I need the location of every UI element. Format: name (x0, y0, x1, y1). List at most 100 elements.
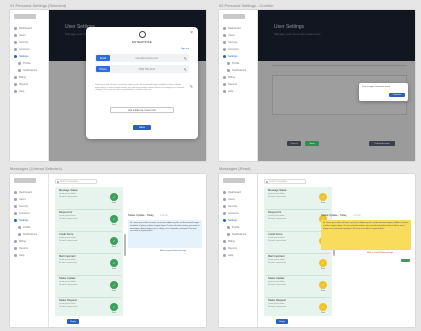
save-button[interactable]: Save (133, 125, 151, 130)
sidebar-item[interactable]: Accounts (219, 46, 257, 53)
message-detail-title: Status Update - Today (128, 214, 154, 217)
sidebar-item[interactable]: Billing (10, 74, 48, 81)
sidebar-item[interactable]: Security (10, 39, 48, 46)
check-icon[interactable]: ✓ (110, 237, 118, 245)
check-icon[interactable]: ✓ (110, 215, 118, 223)
sidebar-item[interactable]: Security (219, 203, 257, 210)
accounts-icon (223, 212, 226, 215)
sidebar-item[interactable]: Reports (219, 245, 257, 252)
sidebar-item[interactable]: Settings (10, 53, 48, 60)
list-item[interactable]: Status Update Lorem ipsum dolor Sit amet… (266, 276, 330, 298)
sidebar-item[interactable]: Users (219, 196, 257, 203)
sidebar-item[interactable]: Notifications (10, 231, 48, 238)
check-icon[interactable]: ✓ (319, 193, 327, 201)
sidebar-item[interactable]: Users (10, 32, 48, 39)
search-input[interactable]: Search messages (55, 179, 97, 184)
accounts-icon (223, 48, 226, 51)
users-icon (223, 198, 226, 201)
reply-button[interactable]: Reply (276, 319, 288, 324)
reply-button[interactable]: Reply (67, 319, 79, 324)
scrollbar[interactable] (124, 234, 126, 256)
sidebar-item[interactable]: Profile (10, 224, 48, 231)
sidebar-item[interactable]: Help (219, 88, 257, 95)
check-icon[interactable]: ✓ (110, 281, 118, 289)
sidebar-item[interactable]: Settings (219, 53, 257, 60)
sidebar-item[interactable]: Accounts (219, 210, 257, 217)
sidebar-item[interactable]: Profile (219, 224, 257, 231)
save-button[interactable]: Save (305, 141, 319, 146)
message-actions[interactable]: Mark as unread Delete message (160, 250, 186, 252)
sidebar-item[interactable]: Users (219, 32, 257, 39)
billing-icon (223, 76, 226, 79)
sidebar-item[interactable]: Notifications (10, 67, 48, 74)
search-input[interactable]: Search messages (264, 179, 306, 184)
sidebar-item[interactable]: Settings (10, 217, 48, 224)
sidebar-item[interactable]: Profile (10, 60, 48, 67)
check-icon[interactable]: ✓ (319, 281, 327, 289)
check-icon[interactable]: ✓ (110, 303, 118, 311)
check-icon[interactable]: ✓ (319, 259, 327, 267)
sidebar-item[interactable]: Settings (219, 217, 257, 224)
sidebar-item[interactable]: Dashboard (219, 189, 257, 196)
sidebar-item[interactable]: Notifications (219, 231, 257, 238)
list-item[interactable]: Status Request Lorem ipsum dolor Sit ame… (57, 298, 121, 320)
frame-settings-modal: Dashboard Users Security Accounts Settin… (10, 10, 206, 161)
edit-icon[interactable]: ✎ (184, 67, 187, 72)
edit-icon[interactable]: ✎ (190, 84, 193, 89)
list-item[interactable]: Mail Important Lorem ipsum dolor Sit ame… (57, 254, 121, 276)
sidebar-item[interactable]: Help (219, 252, 257, 259)
sidebar-item[interactable]: Billing (10, 238, 48, 245)
message-detail-date: 2:15 PM (353, 214, 361, 217)
cancel-button[interactable]: Cancel (287, 141, 301, 146)
sidebar-item[interactable]: Reports (10, 81, 48, 88)
accounts-icon (14, 212, 17, 215)
sidebar-item[interactable]: Profile (219, 60, 257, 67)
list-item[interactable]: Mail Important Lorem ipsum dolor Sit ame… (266, 254, 330, 276)
check-icon[interactable]: ✓ (110, 193, 118, 201)
status-label: Read (111, 290, 117, 292)
brand-name: ENTERPRISE (132, 40, 152, 44)
sign-out-link[interactable]: Sign out (181, 48, 189, 50)
check-icon[interactable]: ✓ (110, 259, 118, 267)
sidebar-item[interactable]: Billing (219, 238, 257, 245)
sidebar: Dashboard Users Security Accounts Settin… (219, 174, 258, 327)
profile-icon (227, 62, 230, 65)
message-detail-date: 2:15 PM (160, 214, 168, 217)
sidebar-item[interactable]: Accounts (10, 46, 48, 53)
sidebar-item[interactable]: Dashboard (219, 25, 257, 32)
list-item[interactable]: Message Status Lorem ipsum dolor Sit ame… (266, 188, 330, 210)
reports-icon (14, 247, 17, 250)
check-icon[interactable]: ✓ (319, 303, 327, 311)
delete-account-button[interactable]: Delete Account (369, 141, 395, 146)
list-item[interactable]: Status Request Lorem ipsum dolor Sit ame… (266, 298, 330, 320)
edit-icon[interactable]: ✎ (184, 56, 187, 61)
dashboard-icon (14, 191, 17, 194)
sidebar-item[interactable]: Security (219, 39, 257, 46)
list-item[interactable]: Request for Lorem ipsum dolor Sit amet c… (57, 210, 121, 232)
sidebar: Dashboard Users Security Accounts Settin… (10, 174, 49, 327)
add-contact-button[interactable]: Add additional contact info (110, 107, 174, 113)
sidebar-item[interactable]: Reports (219, 81, 257, 88)
gear-icon (14, 55, 17, 58)
sidebar-item[interactable]: Accounts (10, 210, 48, 217)
message-actions[interactable]: Mark as unread Delete message (367, 252, 393, 254)
sidebar-item[interactable]: Help (10, 252, 48, 259)
close-icon[interactable]: × (190, 31, 193, 36)
continue-button[interactable]: Continue (389, 93, 405, 97)
sidebar-item[interactable]: Notifications (219, 67, 257, 74)
users-icon (223, 34, 226, 37)
sidebar-item[interactable]: Security (10, 203, 48, 210)
list-item[interactable]: Status Update Lorem ipsum dolor Sit amet… (57, 276, 121, 298)
list-item[interactable]: Message Status Lorem ipsum dolor Sit ame… (57, 188, 121, 210)
sidebar-item[interactable]: Help (10, 88, 48, 95)
status-label: Read (111, 268, 117, 270)
email-chip: Email (96, 55, 110, 61)
sidebar-item[interactable]: Dashboard (10, 25, 48, 32)
sidebar-item[interactable]: Users (10, 196, 48, 203)
list-item[interactable]: Credit Score Lorem ipsum dolor Sit amet … (57, 232, 121, 254)
sidebar-item[interactable]: Dashboard (10, 189, 48, 196)
frame-label-top-right: 02 Personal Settings - Confirm (219, 3, 274, 8)
sidebar-item[interactable]: Reports (10, 245, 48, 252)
confirm-message: Your changes have been saved (362, 86, 390, 88)
sidebar-item[interactable]: Billing (219, 74, 257, 81)
